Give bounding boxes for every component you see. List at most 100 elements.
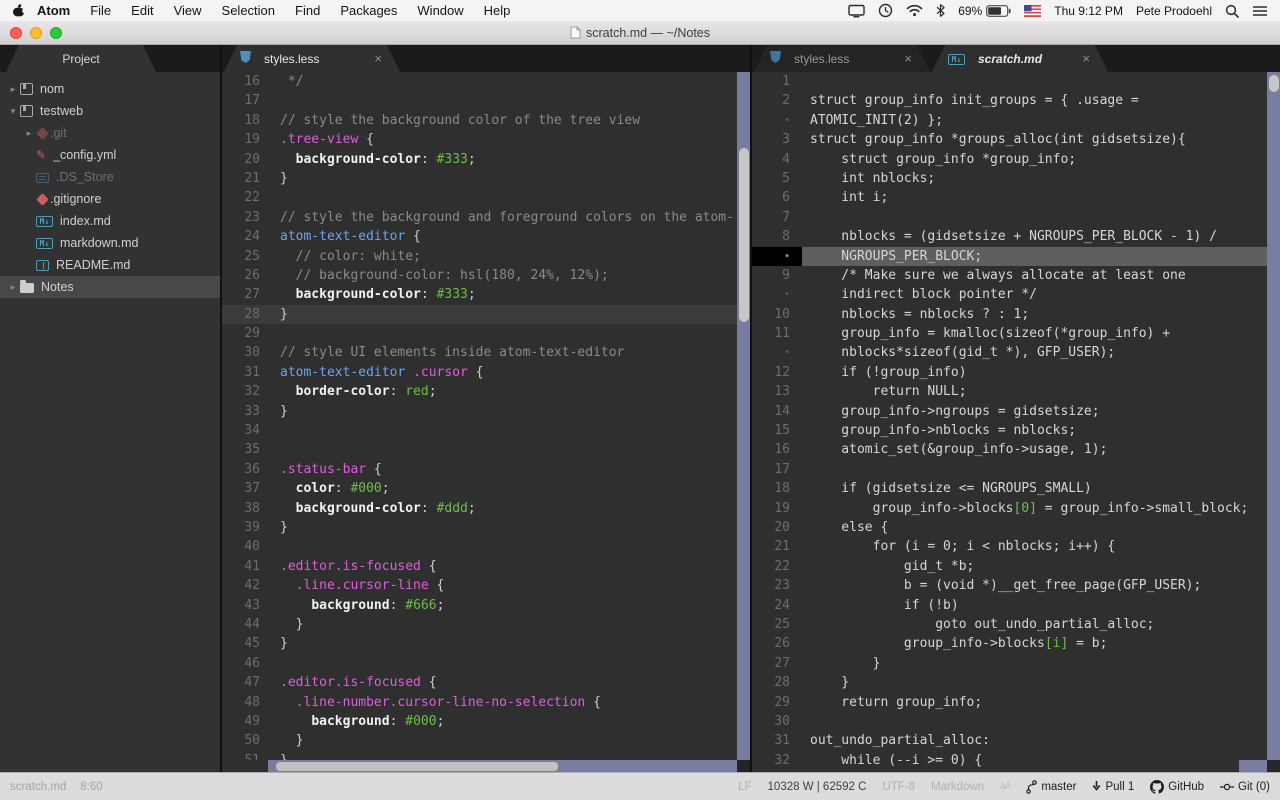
menu-item-atom[interactable]: Atom <box>25 3 80 18</box>
line-number[interactable]: 41 <box>222 557 272 576</box>
line-number[interactable]: 5 <box>752 169 802 188</box>
text-editor-styles-less[interactable]: 16 */17 18// style the background color o… <box>222 72 737 760</box>
editor-line[interactable]: 22 gid_t *b; <box>752 557 1267 576</box>
editor-line[interactable]: 26 // background-color: hsl(180, 24%, 12… <box>222 266 737 285</box>
line-number[interactable]: 17 <box>752 460 802 479</box>
menu-item-view[interactable]: View <box>164 3 212 18</box>
line-number[interactable]: 32 <box>752 751 802 770</box>
line-number[interactable]: 21 <box>222 169 272 188</box>
line-number[interactable]: 11 <box>752 324 802 343</box>
tree-item-nom[interactable]: ▸ nom <box>0 78 220 100</box>
scrollbar-thumb[interactable] <box>738 148 749 322</box>
scrollbar-thumb[interactable] <box>1268 75 1279 92</box>
editor-line[interactable]: 26 group_info->blocks[i] = b; <box>752 634 1267 653</box>
line-number[interactable]: 16 <box>222 72 272 91</box>
line-number[interactable]: 38 <box>222 499 272 518</box>
line-number[interactable]: 46 <box>222 654 272 673</box>
editor-line[interactable]: 10 nblocks = nblocks ? : 1; <box>752 305 1267 324</box>
menubar-clock[interactable]: Thu 9:12 PM <box>1054 4 1123 18</box>
editor-line[interactable]: 27 background-color: #333; <box>222 285 737 304</box>
vertical-scrollbar[interactable] <box>737 72 750 760</box>
github-panel-toggle[interactable]: GitHub <box>1150 779 1204 794</box>
tree-item-readme-md[interactable]: README.md <box>0 254 220 276</box>
tree-item-testweb[interactable]: ▾ testweb <box>0 100 220 122</box>
editor-line[interactable]: 43 background: #666; <box>222 596 737 615</box>
line-number[interactable]: 47 <box>222 673 272 692</box>
editor-line[interactable]: 32 while (--i >= 0) { <box>752 751 1267 770</box>
grammar-indicator[interactable]: Markdown <box>931 781 984 793</box>
line-number[interactable]: 30 <box>222 343 272 362</box>
status-file-name[interactable]: scratch.md <box>10 781 66 793</box>
horizontal-scrollbar[interactable] <box>268 760 737 772</box>
editor-line[interactable]: 44 } <box>222 615 737 634</box>
editor-line[interactable]: 48 .line-number.cursor-line-no-selection… <box>222 693 737 712</box>
tab-scratch-md[interactable]: scratch.md × <box>932 45 1108 72</box>
encoding-indicator[interactable]: UTF-8 <box>882 781 915 793</box>
bluetooth-icon[interactable] <box>936 3 945 18</box>
editor-line[interactable]: 41 .editor.is-focused { <box>222 557 737 576</box>
line-number[interactable]: 33 <box>222 402 272 421</box>
editor-line[interactable]: 51} <box>222 751 737 760</box>
input-source-flag-icon[interactable] <box>1024 4 1042 17</box>
line-number[interactable]: 6 <box>752 188 802 207</box>
chevron-right-icon[interactable]: ▸ <box>6 84 20 95</box>
editor-line[interactable]: 19 .tree-view { <box>222 130 737 149</box>
editor-line[interactable]: 50 } <box>222 731 737 750</box>
minimize-window-button[interactable] <box>30 27 42 39</box>
editor-line[interactable]: • indirect block pointer */ <box>752 285 1267 304</box>
chevron-right-icon[interactable]: ▸ <box>6 282 20 293</box>
editor-line[interactable]: 2 struct group_info init_groups = { .usag… <box>752 91 1267 110</box>
editor-line[interactable]: • NGROUPS_PER_BLOCK; <box>752 246 1267 266</box>
line-number[interactable]: 26 <box>222 266 272 285</box>
line-number[interactable]: 14 <box>752 402 802 421</box>
battery-indicator[interactable]: 69% <box>958 4 1011 18</box>
line-number[interactable]: 18 <box>752 479 802 498</box>
menu-item-find[interactable]: Find <box>285 3 330 18</box>
line-number[interactable]: 37 <box>222 479 272 498</box>
editor-line[interactable]: 18 // style the background color of the t… <box>222 111 737 130</box>
editor-line[interactable]: 38 background-color: #ddd; <box>222 499 737 518</box>
editor-line[interactable]: 37 color: #000; <box>222 479 737 498</box>
line-number[interactable]: 29 <box>752 693 802 712</box>
line-number[interactable]: 19 <box>752 499 802 518</box>
editor-line[interactable]: 29 <box>222 324 737 343</box>
editor-line[interactable]: 25 // color: white; <box>222 247 737 266</box>
editor-line[interactable]: 47 .editor.is-focused { <box>222 673 737 692</box>
editor-line[interactable]: • nblocks*sizeof(gid_t *), GFP_USER); <box>752 343 1267 362</box>
tree-item--gitignore[interactable]: .gitignore <box>0 188 220 210</box>
menu-item-packages[interactable]: Packages <box>330 3 407 18</box>
line-number[interactable]: 23 <box>222 208 272 227</box>
git-changes-indicator[interactable]: Git (0) <box>1220 781 1270 793</box>
line-number[interactable]: 45 <box>222 634 272 653</box>
spotlight-search-icon[interactable] <box>1225 4 1239 18</box>
line-number[interactable]: 36 <box>222 460 272 479</box>
line-number[interactable]: 44 <box>222 615 272 634</box>
line-number[interactable]: 20 <box>752 518 802 537</box>
editor-line[interactable]: 39} <box>222 518 737 537</box>
chevron-right-icon[interactable]: ▸ <box>22 128 36 139</box>
line-number[interactable]: 42 <box>222 576 272 595</box>
tree-item--ds-store[interactable]: .DS_Store <box>0 166 220 188</box>
line-number[interactable]: 27 <box>222 285 272 304</box>
editor-line[interactable]: 16 atomic_set(&group_info->usage, 1); <box>752 440 1267 459</box>
editor-line[interactable]: 16 */ <box>222 72 737 91</box>
editor-line[interactable]: 3 struct group_info *groups_alloc(int gid… <box>752 130 1267 149</box>
editor-line[interactable]: 13 return NULL; <box>752 382 1267 401</box>
chevron-down-icon[interactable]: ▾ <box>6 106 20 117</box>
scrollbar-thumb[interactable] <box>276 761 558 771</box>
editor-line[interactable]: 30 <box>752 712 1267 731</box>
line-number[interactable]: 8 <box>752 227 802 246</box>
editor-line[interactable]: 49 background: #000; <box>222 712 737 731</box>
wrapped-line-marker[interactable]: • <box>752 343 802 362</box>
line-number[interactable]: 10 <box>752 305 802 324</box>
editor-line[interactable]: 31 atom-text-editor .cursor { <box>222 363 737 382</box>
window-title-bar[interactable]: scratch.md — ~/Notes <box>0 21 1280 45</box>
editor-line[interactable]: 33} <box>222 402 737 421</box>
line-number[interactable]: 50 <box>222 731 272 750</box>
editor-line[interactable]: 22 <box>222 188 737 207</box>
editor-line[interactable]: 4 struct group_info *group_info; <box>752 150 1267 169</box>
editor-line[interactable]: 40 <box>222 537 737 556</box>
line-number[interactable]: 48 <box>222 693 272 712</box>
editor-line[interactable]: 42 .line.cursor-line { <box>222 576 737 595</box>
line-number[interactable]: 26 <box>752 634 802 653</box>
